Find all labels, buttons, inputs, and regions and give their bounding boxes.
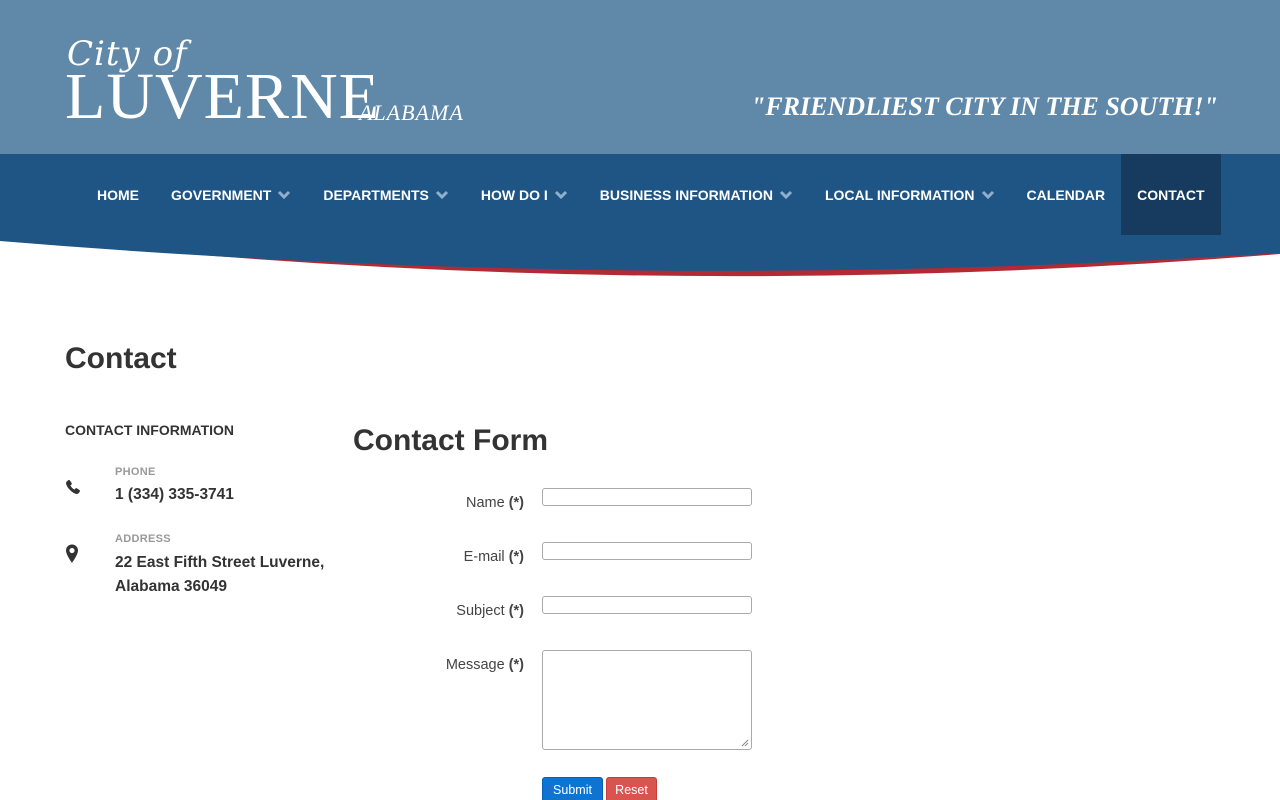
- nav-item-label: HOW DO I: [480, 186, 548, 203]
- nav-item-label: CONTACT: [1137, 186, 1205, 203]
- required-mark: (*): [508, 495, 524, 511]
- subject-field-label: Subject (*): [344, 603, 524, 619]
- site-logo[interactable]: City of LUVERNE ALABAMA: [65, 24, 485, 134]
- nav-item-label: CALENDAR: [1026, 186, 1106, 203]
- nav-item-label: GOVERNMENT: [171, 186, 272, 203]
- message-textarea[interactable]: [542, 650, 752, 750]
- name-label-text: Name: [465, 495, 505, 511]
- chevron-down-icon: [435, 190, 448, 199]
- phone-value[interactable]: 1 (334) 335-3741: [115, 483, 345, 507]
- email-label-text: E-mail: [463, 549, 505, 565]
- chevron-down-icon: [981, 190, 994, 199]
- address-label: ADDRESS: [115, 533, 171, 545]
- nav-item-business-information[interactable]: BUSINESS INFORMATION: [584, 154, 809, 235]
- nav-item-government[interactable]: GOVERNMENT: [155, 154, 307, 235]
- contact-form-title: Contact Form: [353, 424, 548, 457]
- nav-item-contact[interactable]: CONTACT: [1121, 154, 1221, 235]
- chevron-down-icon: [779, 190, 793, 199]
- message-label-text: Message: [445, 657, 505, 673]
- phone-icon: [66, 479, 80, 494]
- required-mark: (*): [508, 603, 524, 619]
- message-field-label: Message (*): [344, 657, 524, 673]
- contact-info-heading: CONTACT INFORMATION: [65, 422, 235, 438]
- required-mark: (*): [508, 657, 524, 673]
- site-header: City of LUVERNE ALABAMA "FRIENDLIEST CIT…: [0, 0, 1280, 154]
- nav-item-label: LOCAL INFORMATION: [824, 186, 975, 203]
- reset-button[interactable]: Reset: [606, 777, 657, 800]
- phone-label: PHONE: [115, 466, 156, 478]
- name-field-label: Name (*): [344, 495, 524, 511]
- submit-button[interactable]: Submit: [542, 777, 603, 800]
- nav-item-label: BUSINESS INFORMATION: [599, 186, 773, 203]
- nav-item-label: HOME: [97, 186, 139, 203]
- chevron-down-icon: [554, 190, 567, 199]
- chevron-down-icon: [278, 190, 291, 199]
- email-field-label: E-mail (*): [344, 549, 524, 565]
- address-value: 22 East Fifth Street Luverne, Alabama 36…: [115, 554, 325, 595]
- nav-item-local-information[interactable]: LOCAL INFORMATION: [809, 154, 1011, 235]
- nav-item-home[interactable]: HOME: [81, 154, 155, 235]
- subject-input[interactable]: [542, 596, 752, 614]
- name-input[interactable]: [542, 488, 752, 506]
- resize-grip-icon[interactable]: [741, 739, 749, 747]
- nav-item-label: DEPARTMENTS: [323, 186, 429, 203]
- logo-city-name: LUVERNE: [65, 60, 380, 133]
- nav-item-how-do-i[interactable]: HOW DO I: [465, 154, 584, 235]
- site-tagline: "FRIENDLIEST CITY IN THE SOUTH!": [750, 92, 1218, 121]
- email-input[interactable]: [542, 542, 752, 560]
- required-mark: (*): [508, 549, 524, 565]
- nav-item-calendar[interactable]: CALENDAR: [1011, 154, 1122, 235]
- subject-label-text: Subject: [456, 603, 505, 619]
- page-title: Contact: [65, 342, 177, 375]
- nav-item-departments[interactable]: DEPARTMENTS: [307, 154, 465, 235]
- map-marker-icon: [66, 544, 78, 563]
- main-navigation: HOME GOVERNMENT DEPARTMENTS HOW DO I BUS…: [0, 154, 1280, 286]
- nav-menu: HOME GOVERNMENT DEPARTMENTS HOW DO I BUS…: [81, 154, 1221, 235]
- logo-state: ALABAMA: [359, 100, 464, 125]
